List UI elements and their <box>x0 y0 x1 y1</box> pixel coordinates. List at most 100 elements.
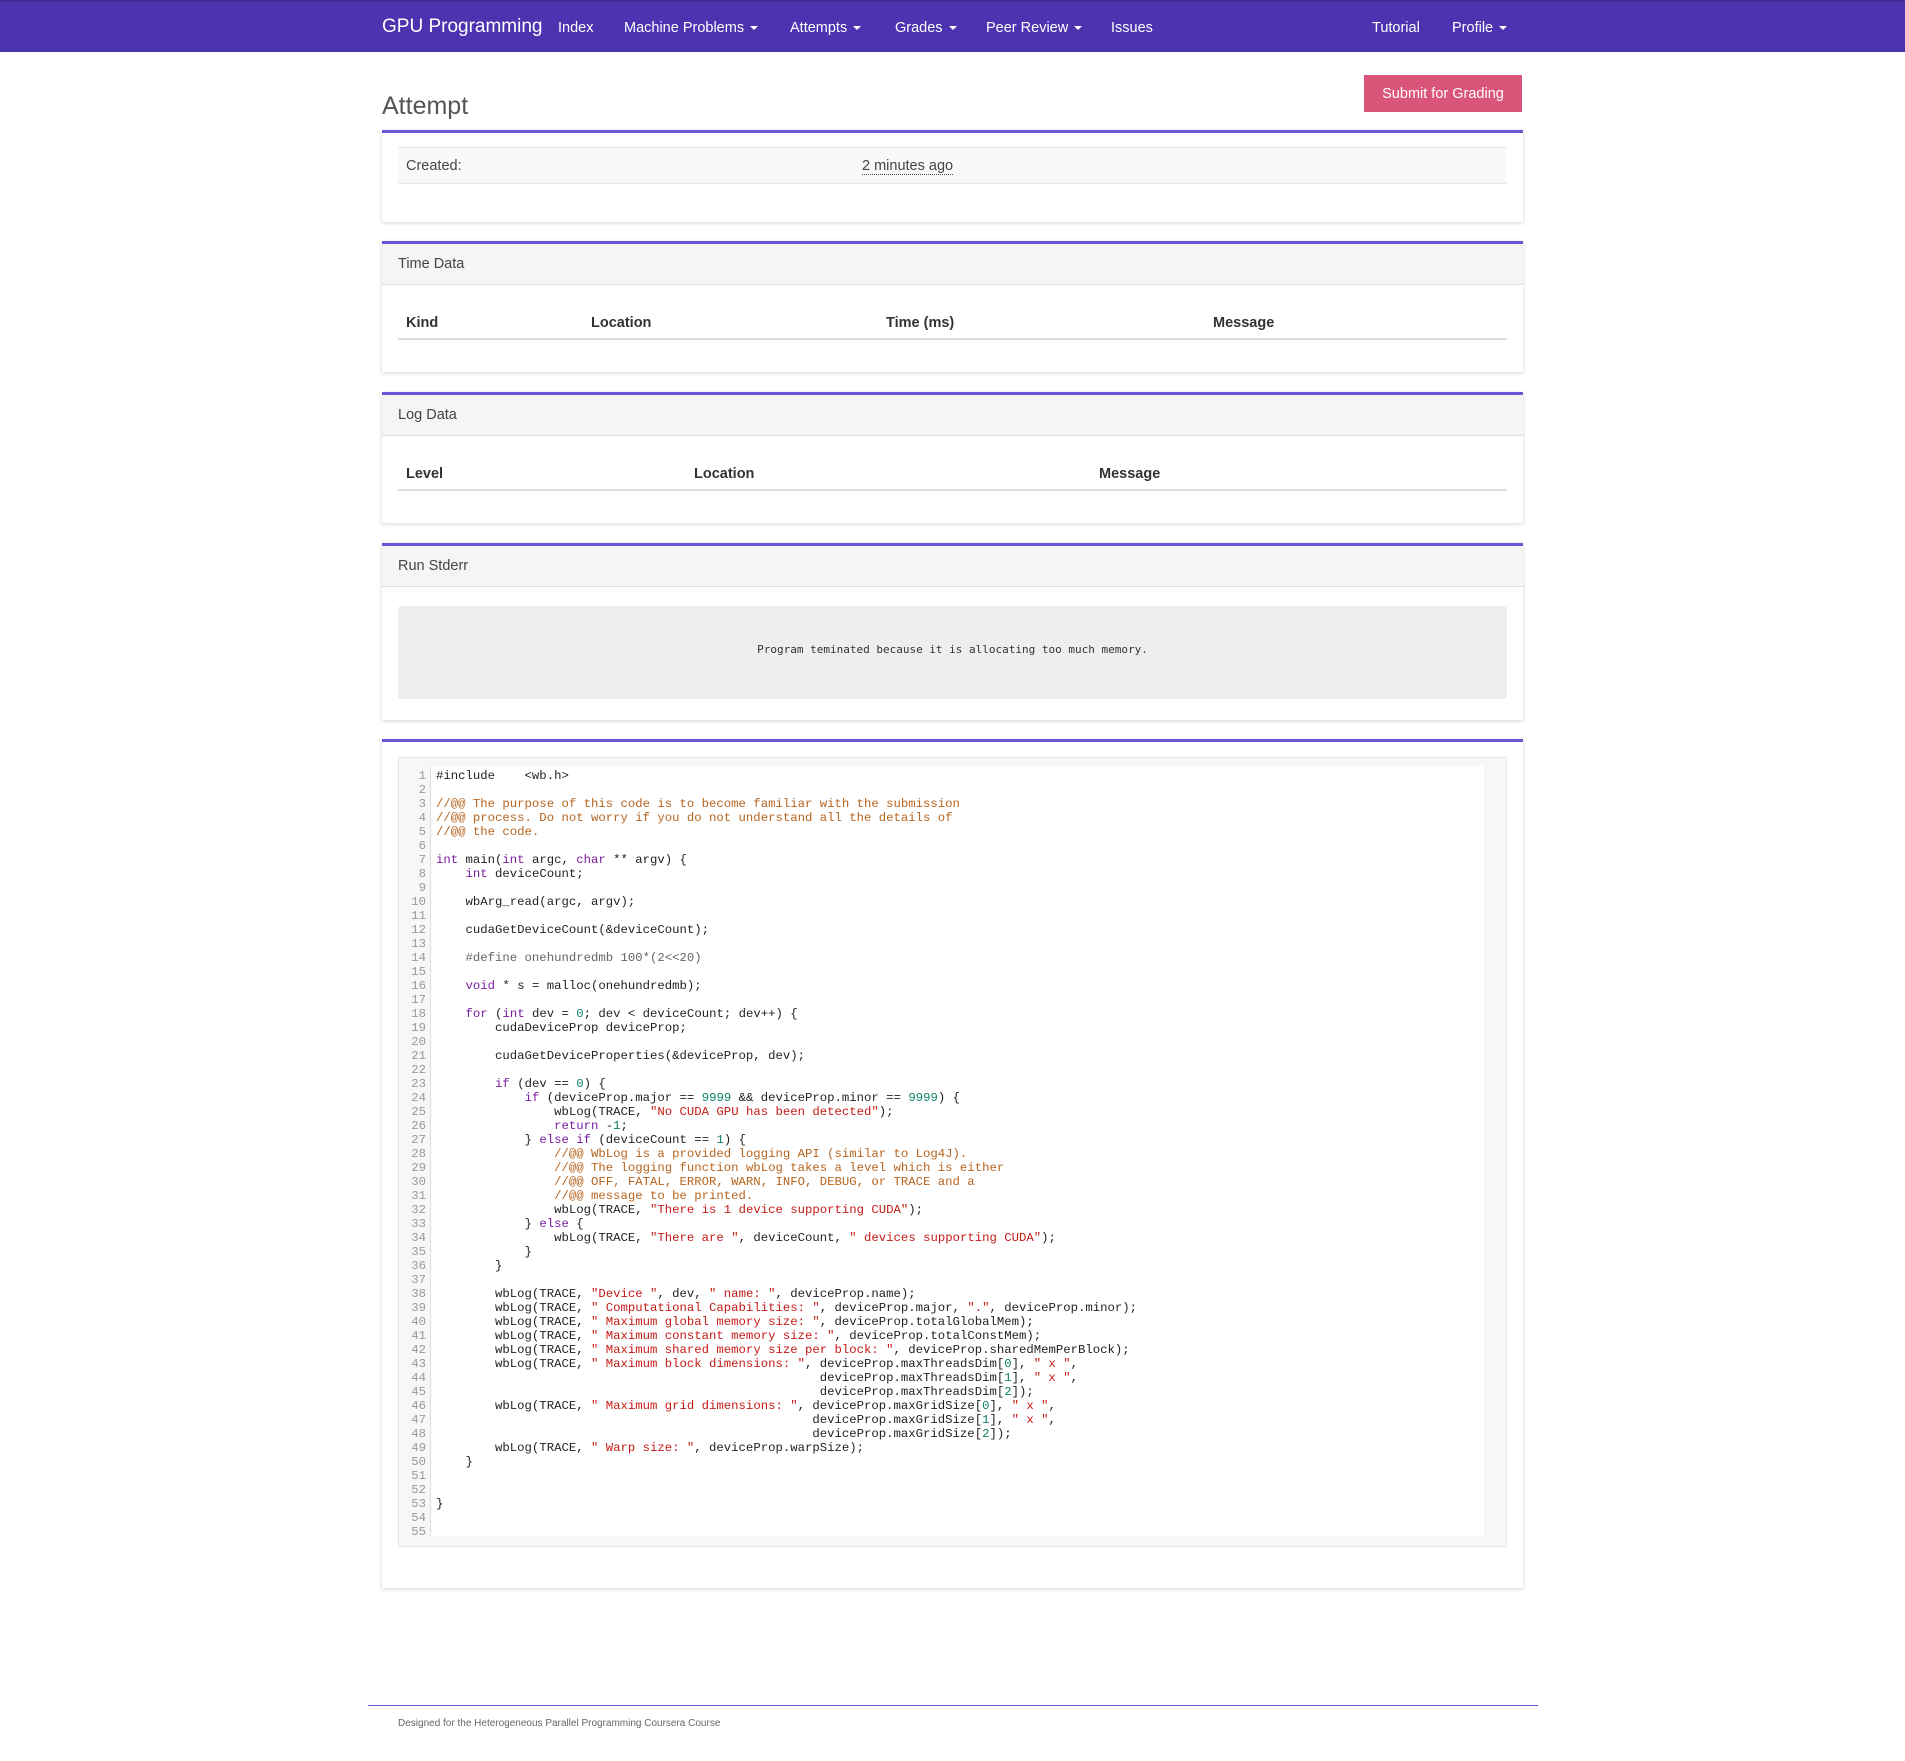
code-line: int main(int argc, char ** argv) { <box>436 853 687 867</box>
line-number: 52 <box>411 1483 426 1497</box>
line-number: 51 <box>411 1469 426 1483</box>
top-navbar: GPU Programming Index Machine Problems A… <box>0 0 1905 52</box>
nav-peer-review-label: Peer Review <box>986 20 1069 36</box>
code-line: //@@ The logging function wbLog takes a … <box>436 1161 1005 1175</box>
code-line: //@@ the code. <box>436 825 540 839</box>
created-label: Created: <box>406 158 462 174</box>
line-number: 14 <box>411 951 426 965</box>
nav-attempts[interactable]: Attempts <box>790 20 862 36</box>
nav-issues[interactable]: Issues <box>1111 20 1153 36</box>
line-number: 38 <box>411 1287 426 1301</box>
code-line: //@@ process. Do not worry if you do not… <box>436 811 953 825</box>
column-header-location: Location <box>591 315 652 331</box>
line-number: 20 <box>411 1035 426 1049</box>
line-number: 11 <box>411 909 426 923</box>
code-line: deviceProp.maxGridSize[1], " x ", <box>436 1413 1056 1427</box>
run-stderr-heading: Run Stderr <box>382 546 1523 587</box>
log-data-table-header: Level Location Message <box>398 439 1507 491</box>
code-line: #define onehundredmb 100*(2<<20) <box>436 951 702 965</box>
line-number: 35 <box>411 1245 426 1259</box>
caret-down-icon <box>948 26 957 31</box>
code-line: } else { <box>436 1217 584 1231</box>
caret-down-icon <box>750 26 759 31</box>
column-header-message: Message <box>1213 315 1275 331</box>
nav-machine-problems[interactable]: Machine Problems <box>624 20 759 36</box>
code-line: } <box>436 1497 444 1511</box>
code-line: #include <wb.h> <box>436 769 569 783</box>
code-line: //@@ WbLog is a provided logging API (si… <box>436 1147 968 1161</box>
line-number: 4 <box>418 811 426 825</box>
line-number: 19 <box>411 1021 426 1035</box>
code-line: wbLog(TRACE, "There is 1 device supporti… <box>436 1203 924 1217</box>
footer-credit: Designed for the Heterogeneous Parallel … <box>398 1718 721 1729</box>
code-line: //@@ The purpose of this code is to beco… <box>436 797 960 811</box>
column-header-location: Location <box>694 466 755 482</box>
time-data-heading: Time Data <box>382 244 1523 285</box>
line-number: 1 <box>418 769 426 783</box>
run-stderr-panel: Run Stderr Program teminated because it … <box>382 543 1523 720</box>
code-line: wbLog(TRACE, " Maximum constant memory s… <box>436 1329 1042 1343</box>
column-header-level: Level <box>406 466 444 482</box>
code-line: void * s = malloc(onehundredmb); <box>465 979 702 993</box>
line-number: 43 <box>411 1357 426 1371</box>
code-line: cudaDeviceProp deviceProp; <box>436 1021 687 1035</box>
line-number: 50 <box>411 1455 426 1469</box>
code-line: if (deviceProp.major == 9999 && devicePr… <box>524 1091 960 1105</box>
caret-down-icon <box>1074 26 1083 31</box>
line-number: 44 <box>411 1371 426 1385</box>
line-number: 33 <box>411 1217 426 1231</box>
line-number: 34 <box>411 1231 426 1245</box>
line-number: 25 <box>411 1105 426 1119</box>
line-number: 18 <box>411 1007 426 1021</box>
code-line: cudaGetDeviceProperties(&deviceProp, dev… <box>436 1049 805 1063</box>
code-editor-area[interactable]: 1 #include <wb.h> 2 3 //@@ The purpose of th… <box>399 766 1484 1539</box>
line-number: 24 <box>411 1091 426 1105</box>
brand-link[interactable]: GPU Programming <box>382 16 543 38</box>
line-number: 49 <box>411 1441 426 1455</box>
nav-grades[interactable]: Grades <box>895 20 957 36</box>
line-number: 7 <box>418 853 426 867</box>
line-number: 3 <box>418 797 426 811</box>
nav-index[interactable]: Index <box>558 20 593 36</box>
line-number: 48 <box>411 1427 426 1441</box>
nav-profile-label: Profile <box>1452 20 1494 36</box>
code-line: wbLog(TRACE, " Computational Capabilitie… <box>436 1301 1138 1315</box>
code-line: int deviceCount; <box>465 867 584 881</box>
line-number: 40 <box>411 1315 426 1329</box>
caret-down-icon <box>853 26 862 31</box>
code-line: //@@ message to be printed. <box>436 1189 754 1203</box>
stderr-message: Program teminated because it is allocati… <box>757 643 1148 656</box>
line-number: 16 <box>411 979 426 993</box>
submit-for-grading-button[interactable]: Submit for Grading <box>1364 75 1522 112</box>
code-line: wbArg_read(argc, argv); <box>436 895 636 909</box>
time-data-panel: Time Data Kind Location Time (ms) Messag… <box>382 241 1523 372</box>
line-number: 36 <box>411 1259 426 1273</box>
line-number: 29 <box>411 1161 426 1175</box>
line-number: 27 <box>411 1133 426 1147</box>
nav-peer-review[interactable]: Peer Review <box>986 20 1083 36</box>
code-line: } else if (deviceCount == 1) { <box>436 1133 746 1147</box>
nav-tutorial[interactable]: Tutorial <box>1372 20 1420 36</box>
line-number: 28 <box>411 1147 426 1161</box>
code-line: wbLog(TRACE, " Maximum global memory siz… <box>436 1315 1034 1329</box>
line-number: 37 <box>411 1273 426 1287</box>
line-number: 30 <box>411 1175 426 1189</box>
nav-profile[interactable]: Profile <box>1452 20 1508 36</box>
log-data-heading: Log Data <box>382 395 1523 436</box>
code-line: } <box>436 1245 532 1259</box>
column-header-time: Time (ms) <box>886 315 955 331</box>
code-line: wbLog(TRACE, " Maximum grid dimensions: … <box>436 1399 1056 1413</box>
code-line: //@@ OFF, FATAL, ERROR, WARN, INFO, DEBU… <box>436 1175 975 1189</box>
column-header-message: Message <box>1099 466 1161 482</box>
footer-divider <box>368 1705 1538 1706</box>
line-number: 42 <box>411 1343 426 1357</box>
line-number: 54 <box>411 1511 426 1525</box>
line-number: 45 <box>411 1385 426 1399</box>
log-data-panel: Log Data Level Location Message <box>382 392 1523 523</box>
line-number: 10 <box>411 895 426 909</box>
line-number: 26 <box>411 1119 426 1133</box>
code-line: deviceProp.maxThreadsDim[2]); <box>436 1385 1034 1399</box>
line-number: 22 <box>411 1063 426 1077</box>
line-number: 5 <box>418 825 426 839</box>
nav-attempts-label: Attempts <box>790 20 848 36</box>
